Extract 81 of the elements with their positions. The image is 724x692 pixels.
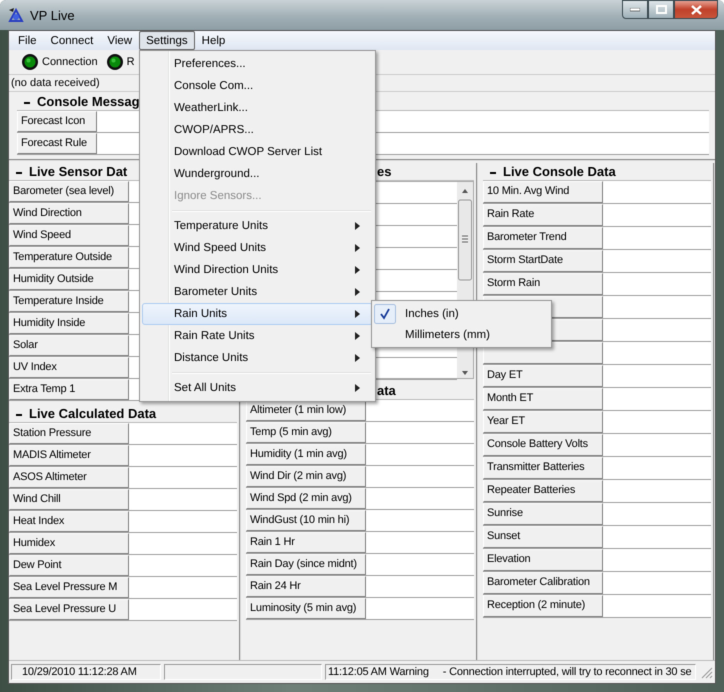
field-label: Rain 24 Hr	[246, 576, 366, 597]
field-label: Rain Rate	[483, 204, 603, 226]
field-label: Transmitter Batteries	[483, 457, 603, 479]
field-label: Barometer Calibration	[483, 572, 603, 594]
window-title: VP Live	[30, 8, 75, 22]
field-label: UV Index	[9, 357, 129, 378]
menu-item[interactable]: View	[100, 31, 140, 50]
menu-item[interactable]: Help	[194, 31, 232, 50]
field-label: Humidex	[9, 533, 129, 554]
field-label: Year ET	[483, 411, 603, 433]
field-label: Humidity Outside	[9, 269, 129, 290]
menu-item[interactable]: Wind Speed Units	[142, 237, 373, 259]
menu-item[interactable]: Preferences...	[142, 53, 373, 75]
resize-grip-icon[interactable]	[699, 665, 713, 679]
field-label: Temperature Inside	[9, 291, 129, 312]
app-icon	[8, 7, 24, 23]
menu-item[interactable]: Settings	[139, 31, 195, 50]
field-label: Sea Level Pressure U	[9, 599, 129, 620]
field-label: Dew Point	[9, 555, 129, 576]
field-label: Heat Index	[9, 511, 129, 532]
field-label: Humidity (1 min avg)	[246, 444, 366, 465]
field-label: Solar	[9, 335, 129, 356]
maximize-icon	[656, 5, 666, 14]
field-label: Extra Temp 1	[9, 379, 129, 400]
menu-item[interactable]: Distance Units	[142, 347, 373, 369]
field-label: Temp (5 min avg)	[246, 422, 366, 443]
field-label: Barometer (sea level)	[9, 181, 129, 202]
field-label: MADIS Altimeter	[9, 445, 129, 466]
field-label: Temperature Outside	[9, 247, 129, 268]
data-status-text: (no data received)	[11, 77, 100, 89]
field-label: Forecast Rule	[17, 133, 97, 154]
field-label: Console Battery Volts	[483, 434, 603, 456]
field-label: Day ET	[483, 365, 603, 387]
menu-item[interactable]: File	[11, 31, 44, 50]
field-label: Wind Dir (2 min avg)	[246, 466, 366, 487]
menu-item[interactable]: Barometer Units	[142, 281, 373, 303]
menu-item[interactable]: Rain Units	[142, 303, 373, 325]
status-light-icon	[106, 53, 124, 71]
indicator-label: Connection	[42, 56, 98, 68]
maximize-button[interactable]	[648, 0, 674, 19]
field-label: Rain 1 Hr	[246, 532, 366, 553]
field-label: Forecast Icon	[17, 111, 97, 132]
field-label: Storm StartDate	[483, 250, 603, 272]
menu-item[interactable]: Temperature Units	[142, 215, 373, 237]
close-icon	[690, 4, 702, 14]
field-label: Wind Chill	[9, 489, 129, 510]
field-label: Wind Direction	[9, 203, 129, 224]
field-label: WindGust (10 min hi)	[246, 510, 366, 531]
field-label: Wind Spd (2 min avg)	[246, 488, 366, 509]
field-label: ASOS Altimeter	[9, 467, 129, 488]
indicator-label: R	[126, 56, 135, 68]
menu-item[interactable]: Download CWOP Server List	[142, 141, 373, 163]
field-label: Month ET	[483, 388, 603, 410]
menu-item[interactable]: Wind Direction Units	[142, 259, 373, 281]
menu-item[interactable]: Inches (in)	[374, 303, 549, 324]
status-message: - Connection interrupted, will try to reconnect in 30 se	[442, 666, 692, 678]
field-label: Altimeter (1 min low)	[246, 400, 366, 421]
field-label: Repeater Batteries	[483, 480, 603, 502]
message-time: 11:12:05 AM Warning	[328, 666, 429, 678]
field-label: Station Pressure	[9, 423, 129, 444]
field-label: Sea Level Pressure M	[9, 577, 129, 598]
menu-item[interactable]: Millimeters (mm)	[374, 324, 549, 345]
menu-item[interactable]: Rain Rate Units	[142, 325, 373, 347]
field-label: Sunset	[483, 526, 603, 548]
field-label: Rain Day (since midnt)	[246, 554, 366, 575]
field-label: Elevation	[483, 549, 603, 571]
field-label: Wind Speed	[9, 225, 129, 246]
minimize-icon	[630, 8, 640, 12]
minimize-button[interactable]	[622, 0, 648, 19]
field-label: Reception (2 minute)	[483, 595, 603, 617]
field-label: Barometer Trend	[483, 227, 603, 249]
menu-item[interactable]: CWOP/APRS...	[142, 119, 373, 141]
field-label: Sunrise	[483, 503, 603, 525]
status-light-icon	[21, 53, 39, 71]
field-label: Luminosity (5 min avg)	[246, 598, 366, 619]
field-label: Storm Rain	[483, 273, 603, 295]
menu-item[interactable]: Connect	[44, 31, 100, 50]
status-datetime: 10/29/2010 11:12:28 AM	[11, 664, 161, 680]
field-label: 10 Min. Avg Wind	[483, 181, 603, 203]
close-button[interactable]	[674, 0, 718, 19]
field-label: Humidity Inside	[9, 313, 129, 334]
